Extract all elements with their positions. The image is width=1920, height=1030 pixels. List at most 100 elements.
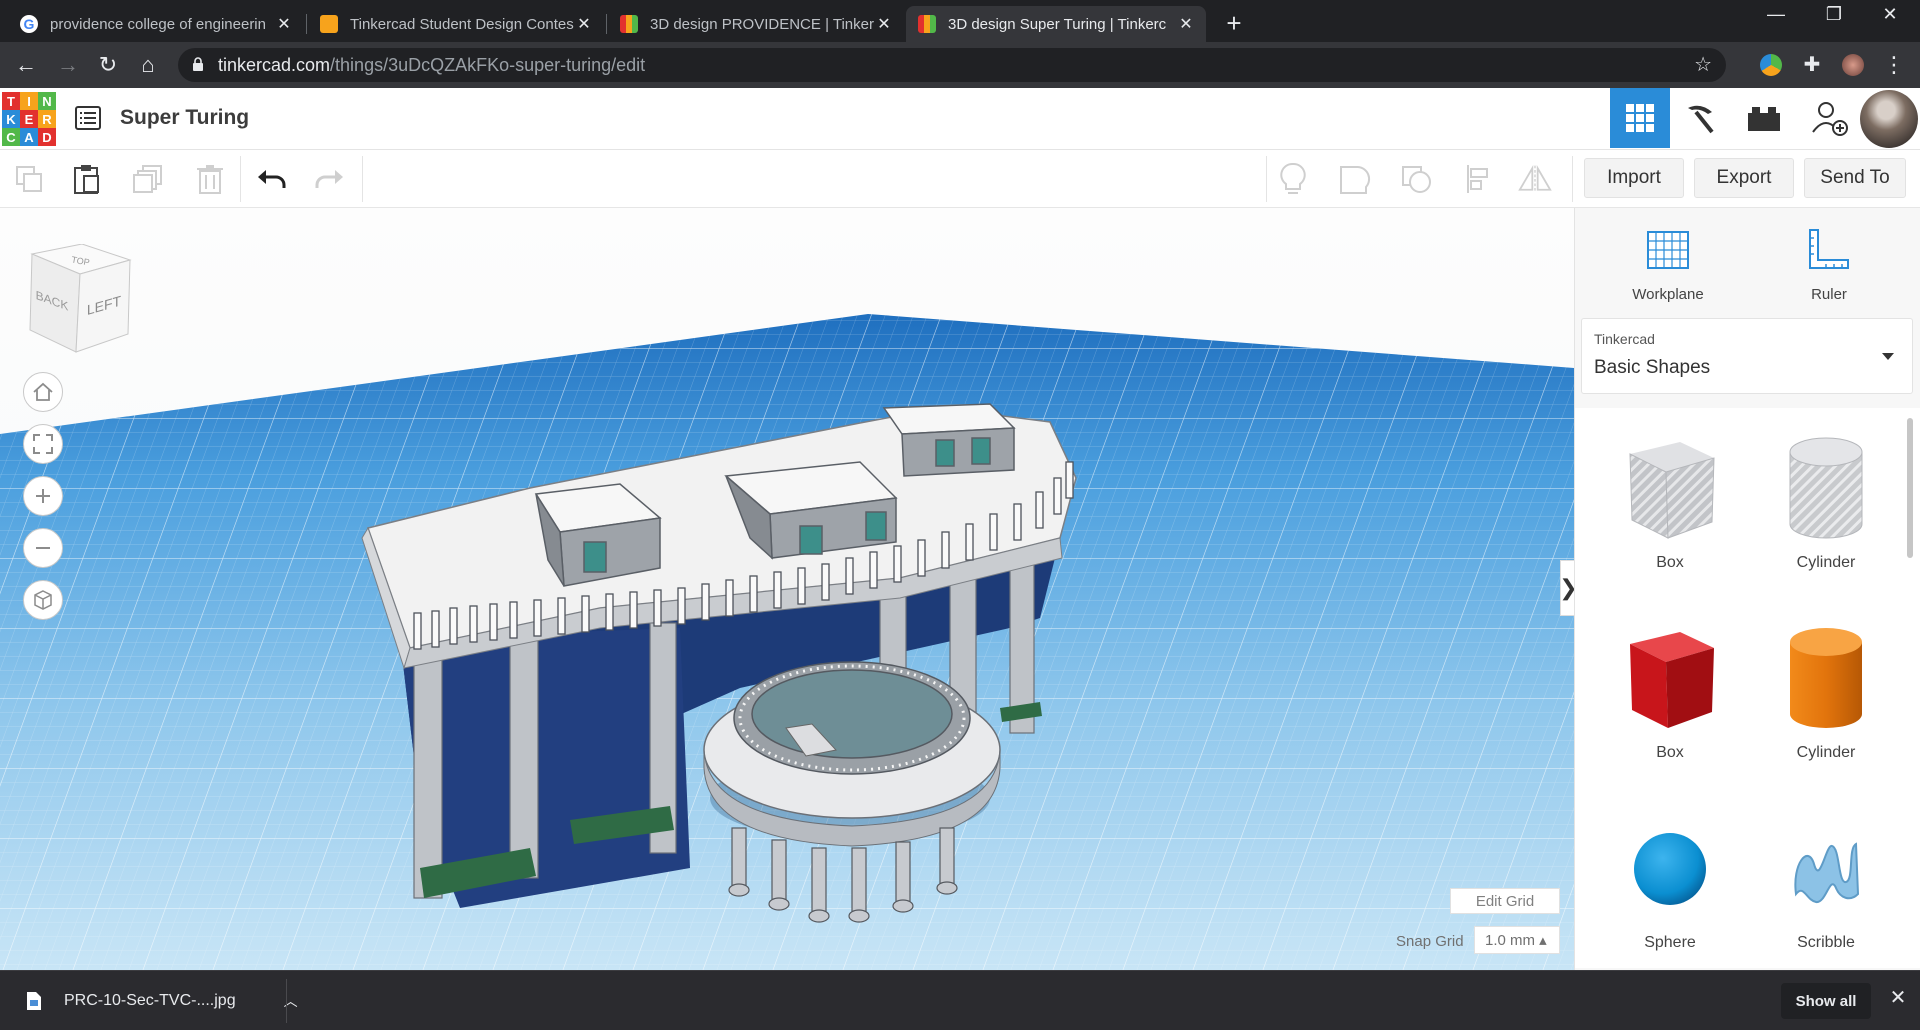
workplane-icon bbox=[1647, 231, 1689, 269]
tab-close-icon[interactable]: ✕ bbox=[574, 14, 594, 34]
fit-view-button[interactable] bbox=[23, 424, 63, 464]
close-download-bar-icon[interactable]: ✕ bbox=[1886, 985, 1910, 1010]
show-all-downloads-button[interactable]: Show all bbox=[1781, 983, 1871, 1019]
view-cube[interactable]: TOP LEFT BACK bbox=[28, 244, 138, 354]
shape-item-box-hole[interactable]: Box bbox=[1595, 424, 1745, 572]
browser-tab[interactable]: 3D design PROVIDENCE | Tinkerc ✕ bbox=[608, 6, 904, 42]
toolbar-divider bbox=[240, 156, 241, 202]
shapes-panel: Workplane Ruler Tinkercad Basic Shapes B… bbox=[1574, 208, 1920, 970]
contest-favicon-icon bbox=[320, 15, 338, 33]
home-icon bbox=[33, 382, 53, 401]
tinkercad-favicon-icon bbox=[620, 15, 638, 33]
ruler-tool[interactable]: Ruler bbox=[1769, 224, 1889, 303]
red-box-icon bbox=[1630, 632, 1714, 728]
invite-user-button[interactable] bbox=[1800, 88, 1860, 148]
browser-tab[interactable]: Tinkercad Student Design Contes ✕ bbox=[308, 6, 604, 42]
design-title[interactable]: Super Turing bbox=[120, 106, 249, 130]
address-bar[interactable]: tinkercad.com/things/3uDcQZAkFKo-super-t… bbox=[178, 48, 1726, 82]
toolbar-divider bbox=[1266, 156, 1267, 202]
minus-icon bbox=[36, 547, 50, 549]
copy-icon[interactable] bbox=[12, 162, 46, 196]
shape-library-select[interactable]: Tinkercad Basic Shapes bbox=[1581, 318, 1913, 394]
extension-icon[interactable] bbox=[1760, 54, 1782, 76]
logo-letter: D bbox=[38, 128, 56, 146]
extensions-puzzle-icon[interactable]: ✚ bbox=[1798, 51, 1826, 79]
minecraft-pickaxe-button[interactable] bbox=[1670, 88, 1730, 148]
tinkercad-favicon-icon bbox=[918, 15, 936, 33]
browser-tab[interactable]: G providence college of engineerin ✕ bbox=[8, 6, 304, 42]
maximize-button[interactable]: ❐ bbox=[1814, 4, 1854, 25]
design-list-icon[interactable] bbox=[74, 104, 102, 132]
workplane-tool[interactable]: Workplane bbox=[1608, 224, 1728, 303]
group-shapes-icon[interactable] bbox=[1338, 162, 1372, 196]
lego-bricks-button[interactable] bbox=[1734, 88, 1794, 148]
tinkercad-logo[interactable]: T I N K E R C A D bbox=[2, 92, 56, 146]
shape-item-cylinder-hole[interactable]: Cylinder bbox=[1751, 424, 1901, 572]
toolbar-divider bbox=[1572, 156, 1573, 202]
minimize-button[interactable]: — bbox=[1756, 4, 1796, 25]
tab-close-icon[interactable]: ✕ bbox=[1176, 14, 1196, 34]
shape-item-sphere[interactable]: Sphere bbox=[1595, 804, 1745, 952]
zoom-out-button[interactable] bbox=[23, 528, 63, 568]
file-icon bbox=[27, 992, 41, 1010]
home-view-button[interactable] bbox=[23, 372, 63, 412]
shape-item-box[interactable]: Box bbox=[1595, 614, 1745, 762]
back-arrow-icon[interactable]: ← bbox=[12, 51, 40, 79]
shape-label: Box bbox=[1656, 744, 1684, 761]
tab-close-icon[interactable]: ✕ bbox=[874, 14, 894, 34]
workplane-label: Workplane bbox=[1632, 286, 1704, 303]
duplicate-icon[interactable] bbox=[132, 162, 166, 196]
pickaxe-icon bbox=[1688, 105, 1714, 134]
paste-icon[interactable] bbox=[70, 162, 104, 196]
3d-workspace[interactable]: TOP LEFT BACK Edit Grid Snap Grid 1.0 mm… bbox=[0, 208, 1574, 970]
undo-icon[interactable] bbox=[254, 162, 288, 196]
logo-letter: C bbox=[2, 128, 20, 146]
snap-grid-select[interactable]: 1.0 mm ▴ bbox=[1474, 926, 1560, 954]
tab-close-icon[interactable]: ✕ bbox=[274, 14, 294, 34]
mirror-icon[interactable] bbox=[1518, 162, 1552, 196]
3d-view-grid-button[interactable] bbox=[1610, 88, 1670, 148]
projection-toggle-button[interactable] bbox=[23, 580, 63, 620]
home-icon[interactable]: ⌂ bbox=[134, 51, 162, 79]
shape-label: Cylinder bbox=[1796, 554, 1856, 571]
profile-avatar[interactable] bbox=[1842, 54, 1864, 76]
delete-trash-icon[interactable] bbox=[193, 162, 227, 196]
bookmark-star-icon[interactable]: ☆ bbox=[1694, 52, 1712, 77]
shape-item-scribble[interactable]: Scribble bbox=[1751, 804, 1901, 952]
logo-letter: N bbox=[38, 92, 56, 110]
zoom-in-button[interactable] bbox=[23, 476, 63, 516]
send-to-button[interactable]: Send To bbox=[1804, 158, 1906, 198]
panel-scrollbar[interactable] bbox=[1907, 418, 1913, 558]
workplane-canvas[interactable] bbox=[0, 208, 1574, 970]
grid-icon bbox=[1626, 104, 1654, 132]
close-window-button[interactable]: ✕ bbox=[1870, 4, 1910, 25]
reload-icon[interactable]: ↻ bbox=[94, 51, 122, 79]
align-icon[interactable] bbox=[1461, 162, 1495, 196]
ruler-icon bbox=[1809, 229, 1849, 269]
collapse-panel-button[interactable]: ❯ bbox=[1559, 560, 1574, 616]
box-hole-icon bbox=[1629, 442, 1715, 539]
notes-lightbulb-icon[interactable] bbox=[1276, 162, 1310, 196]
edit-grid-button[interactable]: Edit Grid bbox=[1450, 888, 1560, 914]
download-item[interactable]: PRC-10-Sec-TVC-....jpg ︿ bbox=[26, 987, 298, 1015]
logo-letter: E bbox=[20, 110, 38, 128]
shape-item-cylinder[interactable]: Cylinder bbox=[1751, 614, 1901, 762]
brick-icon bbox=[1748, 107, 1780, 131]
new-tab-button[interactable]: + bbox=[1222, 8, 1246, 39]
blue-sphere-icon bbox=[1634, 833, 1706, 905]
download-file-name: PRC-10-Sec-TVC-....jpg bbox=[64, 992, 236, 1009]
chrome-menu-icon[interactable]: ⋮ bbox=[1880, 51, 1908, 79]
logo-letter: I bbox=[20, 92, 38, 110]
ungroup-shapes-icon[interactable] bbox=[1400, 162, 1434, 196]
browser-tab-active[interactable]: 3D design Super Turing | Tinkerc ✕ bbox=[906, 6, 1206, 42]
forward-arrow-icon[interactable]: → bbox=[54, 51, 82, 79]
shape-label: Sphere bbox=[1644, 934, 1696, 951]
export-button[interactable]: Export bbox=[1694, 158, 1794, 198]
tab-divider bbox=[306, 14, 307, 34]
import-button[interactable]: Import bbox=[1584, 158, 1684, 198]
redo-icon[interactable] bbox=[313, 162, 347, 196]
shape-label: Scribble bbox=[1797, 934, 1855, 951]
toolbar-divider bbox=[362, 156, 363, 202]
logo-letter: R bbox=[38, 110, 56, 128]
user-avatar[interactable] bbox=[1860, 90, 1918, 148]
